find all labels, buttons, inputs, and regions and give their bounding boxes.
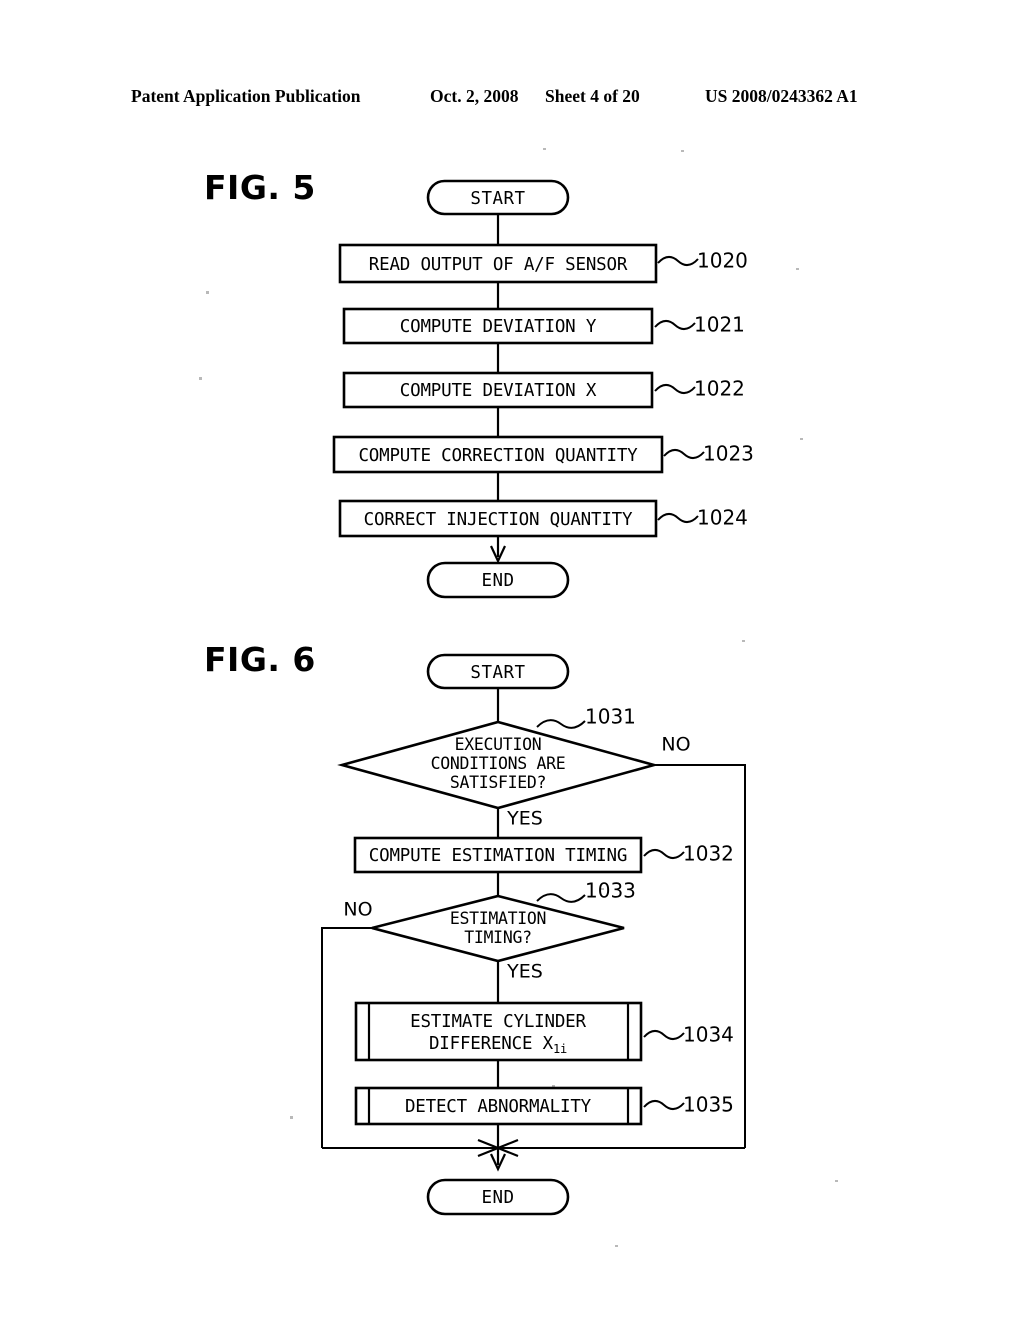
fig5-leader-1022 [654, 384, 696, 394]
fig6-ref-1031: 1031 [585, 705, 636, 729]
fig6-step-1034: ESTIMATE CYLINDER DIFFERENCE X1i 1034 [354, 1001, 734, 1062]
fig5-step-1020-label: READ OUTPUT OF A/F SENSOR [369, 255, 628, 275]
fig5-end-label: END [481, 571, 514, 591]
fig6-start-terminator: START [426, 653, 570, 690]
fig5-ref-1022: 1022 [694, 377, 745, 401]
fig6-leader-1035 [643, 1100, 685, 1110]
fig5-step-1021: COMPUTE DEVIATION Y 1021 [342, 307, 745, 345]
fig6-decision-1031-line1: EXECUTION [455, 735, 542, 754]
fig6-decision-1031-line2: CONDITIONS ARE [431, 754, 566, 773]
fig5-ref-1024: 1024 [697, 506, 748, 530]
fig6-ref-1035: 1035 [683, 1093, 734, 1117]
fig6-decision-1031: EXECUTION CONDITIONS ARE SATISFIED? 1031… [337, 705, 691, 830]
fig6-decision-1033-no-label: NO [343, 899, 372, 921]
fig6-ref-1032: 1032 [683, 842, 734, 866]
fig5-flowchart: START READ OUTPUT OF A/F SENSOR 1020 COM… [332, 179, 754, 599]
fig5-start-terminator: START [426, 179, 570, 216]
fig5-ref-1020: 1020 [697, 249, 748, 273]
fig5-step-1020: READ OUTPUT OF A/F SENSOR 1020 [338, 243, 748, 284]
fig5-leader-1023 [663, 449, 705, 459]
fig5-leader-1021 [654, 320, 696, 330]
fig6-step-1034-subscript: 1i [553, 1042, 567, 1056]
fig5-step-1021-label: COMPUTE DEVIATION Y [400, 317, 597, 337]
fig6-step-1035-label: DETECT ABNORMALITY [405, 1097, 592, 1117]
fig5-leader-1020 [657, 256, 699, 266]
fig5-ref-1023: 1023 [703, 442, 754, 466]
fig6-leader-1033 [536, 893, 586, 903]
fig6-step-1032: COMPUTE ESTIMATION TIMING 1032 [353, 836, 734, 874]
fig5-step-1024: CORRECT INJECTION QUANTITY 1024 [338, 499, 748, 538]
fig5-step-1023: COMPUTE CORRECTION QUANTITY 1023 [332, 435, 754, 474]
fig6-decision-1033-line2: TIMING? [464, 928, 531, 947]
fig6-flowchart: START EXECUTION CONDITIONS ARE SATISFIED… [321, 653, 746, 1216]
fig5-step-1024-label: CORRECT INJECTION QUANTITY [364, 510, 633, 530]
fig6-decision-1031-no-label: NO [661, 734, 690, 756]
flowchart-canvas: START READ OUTPUT OF A/F SENSOR 1020 COM… [199, 148, 838, 1247]
fig6-end-terminator: END [426, 1178, 570, 1216]
fig6-ref-1033: 1033 [585, 879, 636, 903]
fig5-end-terminator: END [426, 561, 570, 599]
fig6-no-path-1031 [654, 764, 746, 1148]
fig6-step-1035: DETECT ABNORMALITY 1035 [354, 1086, 734, 1126]
fig6-decision-1033-yes-label: YES [506, 961, 543, 983]
fig6-leader-1032 [643, 849, 685, 859]
fig5-step-1023-label: COMPUTE CORRECTION QUANTITY [358, 446, 638, 466]
fig5-start-label: START [470, 189, 525, 209]
fig5-step-1022-label: COMPUTE DEVIATION X [400, 381, 597, 401]
fig6-step-1034-line2: DIFFERENCE X1i [429, 1034, 567, 1056]
fig6-step-1034-line2-text: DIFFERENCE X [429, 1034, 554, 1054]
fig6-decision-1033: ESTIMATION TIMING? 1033 NO YES [343, 879, 635, 983]
fig5-leader-1024 [657, 513, 699, 523]
fig6-step-1032-label: COMPUTE ESTIMATION TIMING [369, 846, 627, 866]
fig6-leader-1034 [643, 1030, 685, 1040]
fig6-decision-1031-yes-label: YES [506, 808, 543, 830]
fig6-decision-1031-line3: SATISFIED? [450, 773, 546, 792]
fig6-step-1034-line1: ESTIMATE CYLINDER [410, 1012, 586, 1032]
fig6-decision-1033-line1: ESTIMATION [450, 909, 546, 928]
fig5-ref-1021: 1021 [694, 313, 745, 337]
fig5-step-1022: COMPUTE DEVIATION X 1022 [342, 371, 745, 409]
fig6-start-label: START [470, 663, 525, 683]
fig6-ref-1034: 1034 [683, 1023, 734, 1047]
fig6-end-label: END [481, 1188, 514, 1208]
fig6-leader-1031 [536, 719, 586, 729]
